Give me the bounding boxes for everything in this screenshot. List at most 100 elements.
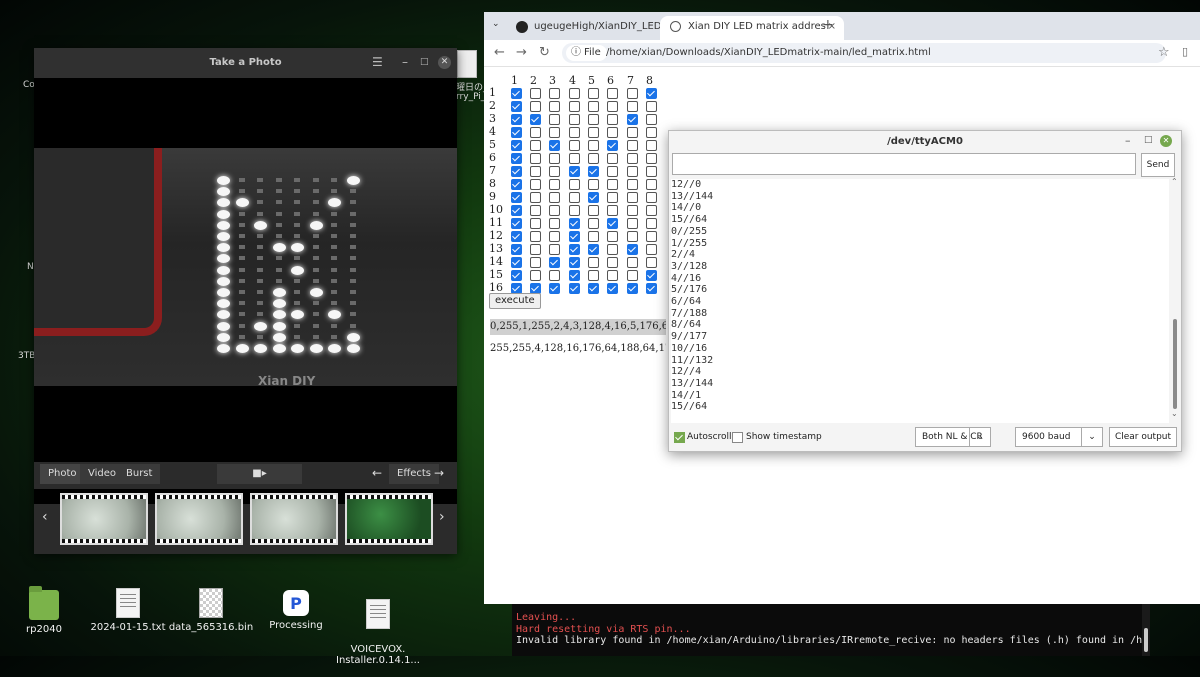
led-checkbox[interactable] <box>646 140 657 151</box>
led-checkbox[interactable] <box>549 166 560 177</box>
led-checkbox[interactable] <box>588 257 599 268</box>
bookmark-star-icon[interactable]: ☆ <box>1158 45 1170 60</box>
led-checkbox[interactable] <box>569 283 580 294</box>
led-checkbox[interactable] <box>588 231 599 242</box>
led-checkbox[interactable] <box>569 153 580 164</box>
led-checkbox[interactable] <box>511 127 522 138</box>
led-checkbox[interactable] <box>549 205 560 216</box>
thumbs-prev-icon[interactable]: ‹ <box>42 509 48 525</box>
led-checkbox[interactable] <box>569 257 580 268</box>
led-checkbox[interactable] <box>607 179 618 190</box>
led-checkbox[interactable] <box>569 192 580 203</box>
led-checkbox[interactable] <box>588 127 599 138</box>
new-tab-button[interactable]: + <box>822 17 834 33</box>
scrollbar-thumb[interactable] <box>1173 319 1177 409</box>
terminal-scrollbar[interactable] <box>1142 604 1150 656</box>
led-checkbox[interactable] <box>588 114 599 125</box>
led-checkbox[interactable] <box>607 127 618 138</box>
led-checkbox[interactable] <box>530 231 541 242</box>
led-checkbox[interactable] <box>569 166 580 177</box>
led-checkbox[interactable] <box>511 270 522 281</box>
mode-photo[interactable]: Photo <box>40 464 85 484</box>
led-checkbox[interactable] <box>569 270 580 281</box>
led-checkbox[interactable] <box>549 192 560 203</box>
led-checkbox[interactable] <box>569 244 580 255</box>
desktop-partial-icon[interactable] <box>457 50 477 78</box>
scrollbar[interactable]: ⌃ ⌄ <box>1171 177 1179 423</box>
close-icon[interactable]: ✕ <box>438 56 451 69</box>
led-checkbox[interactable] <box>530 218 541 229</box>
led-checkbox[interactable] <box>627 257 638 268</box>
maximize-icon[interactable]: □ <box>1144 135 1153 145</box>
capture-button[interactable]: ■▸ <box>217 464 302 484</box>
led-checkbox[interactable] <box>588 218 599 229</box>
led-checkbox[interactable] <box>511 140 522 151</box>
led-checkbox[interactable] <box>569 205 580 216</box>
led-checkbox[interactable] <box>549 127 560 138</box>
led-checkbox[interactable] <box>569 101 580 112</box>
led-checkbox[interactable] <box>549 244 560 255</box>
led-checkbox[interactable] <box>530 101 541 112</box>
led-checkbox[interactable] <box>646 257 657 268</box>
led-checkbox[interactable] <box>511 88 522 99</box>
led-checkbox[interactable] <box>569 231 580 242</box>
led-checkbox[interactable] <box>607 218 618 229</box>
led-checkbox[interactable] <box>530 270 541 281</box>
effects-next-icon[interactable]: → <box>434 466 444 480</box>
led-checkbox[interactable] <box>549 114 560 125</box>
led-checkbox[interactable] <box>627 140 638 151</box>
led-checkbox[interactable] <box>646 179 657 190</box>
led-checkbox[interactable] <box>588 153 599 164</box>
led-checkbox[interactable] <box>607 166 618 177</box>
led-checkbox[interactable] <box>588 140 599 151</box>
led-checkbox[interactable] <box>511 231 522 242</box>
file-chip[interactable]: File <box>566 45 607 61</box>
led-checkbox[interactable] <box>646 192 657 203</box>
scroll-up-icon[interactable]: ⌃ <box>1171 177 1178 186</box>
led-checkbox[interactable] <box>549 270 560 281</box>
thumbnail[interactable] <box>155 493 243 545</box>
extensions-icon[interactable]: ▯ <box>1182 45 1188 58</box>
led-checkbox[interactable] <box>646 166 657 177</box>
tab-list-icon[interactable]: ⌄ <box>492 19 500 29</box>
led-checkbox[interactable] <box>627 127 638 138</box>
line-ending-select[interactable]: Both NL & CR ⌄ <box>915 427 991 447</box>
address-bar[interactable]: File /home/xian/Downloads/XianDIY_LEDmat… <box>562 43 1166 63</box>
led-checkbox[interactable] <box>530 153 541 164</box>
led-checkbox[interactable] <box>530 179 541 190</box>
led-checkbox[interactable] <box>588 270 599 281</box>
led-checkbox[interactable] <box>627 192 638 203</box>
led-checkbox[interactable] <box>530 140 541 151</box>
led-checkbox[interactable] <box>607 270 618 281</box>
led-checkbox[interactable] <box>646 218 657 229</box>
led-checkbox[interactable] <box>627 218 638 229</box>
led-checkbox[interactable] <box>569 88 580 99</box>
led-checkbox[interactable] <box>627 153 638 164</box>
led-checkbox[interactable] <box>588 283 599 294</box>
led-checkbox[interactable] <box>530 192 541 203</box>
led-checkbox[interactable] <box>511 218 522 229</box>
led-checkbox[interactable] <box>569 179 580 190</box>
led-checkbox[interactable] <box>646 127 657 138</box>
led-checkbox[interactable] <box>627 114 638 125</box>
led-checkbox[interactable] <box>607 257 618 268</box>
back-icon[interactable]: ← <box>494 45 505 60</box>
led-checkbox[interactable] <box>569 114 580 125</box>
thumbnail[interactable] <box>60 493 148 545</box>
tab-led-matrix[interactable]: Xian DIY LED matrix addres × <box>660 16 844 40</box>
thumbnail[interactable] <box>345 493 433 545</box>
led-checkbox[interactable] <box>511 101 522 112</box>
led-checkbox[interactable] <box>627 270 638 281</box>
led-checkbox[interactable] <box>530 88 541 99</box>
baud-select[interactable]: 9600 baud ⌄ <box>1015 427 1103 447</box>
led-checkbox[interactable] <box>646 231 657 242</box>
led-checkbox[interactable] <box>607 244 618 255</box>
led-checkbox[interactable] <box>646 244 657 255</box>
led-checkbox[interactable] <box>549 140 560 151</box>
effects-button[interactable]: Effects <box>389 464 439 484</box>
timestamp-checkbox[interactable] <box>732 432 743 443</box>
led-checkbox[interactable] <box>627 166 638 177</box>
led-checkbox[interactable] <box>549 101 560 112</box>
led-checkbox[interactable] <box>627 231 638 242</box>
led-checkbox[interactable] <box>627 283 638 294</box>
